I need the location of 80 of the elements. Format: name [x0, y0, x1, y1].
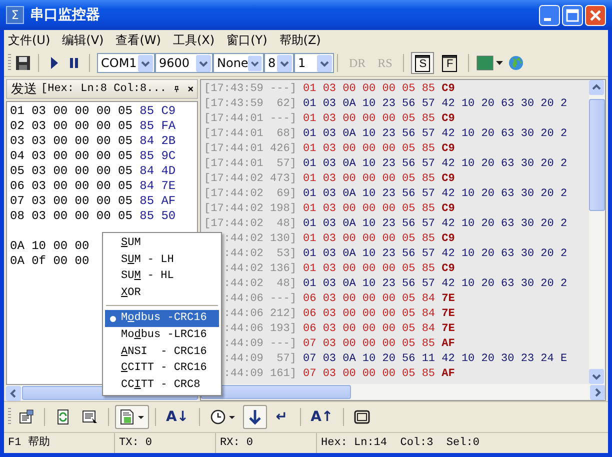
- app-icon: Σ: [6, 6, 24, 24]
- log-timestamp: :44:06: [222, 307, 264, 322]
- log-data: 06 03 00 00 00 05 84 7E: [303, 308, 455, 320]
- log-timestamp: [17:44:02: [204, 217, 264, 232]
- log-timestamp: [17:43:59: [204, 82, 264, 97]
- log-timestamp: [17:44:02: [204, 187, 264, 202]
- log-data: 01 03 0A 10 23 56 57 42 10 20 63 30 20 2: [303, 248, 568, 260]
- log-data: 01 03 00 00 00 05 85 C9: [303, 113, 455, 125]
- log-data: 01 03 0A 10 23 56 57 42 10 20 63 30 20 2: [303, 128, 568, 140]
- status-bar-field: TX: 0: [115, 433, 216, 453]
- status-bar-field: RX: 0: [216, 433, 317, 453]
- log-timestamp: [17:44:02: [204, 202, 264, 217]
- log-timestamp: [17:44:01: [204, 157, 264, 172]
- log-length: ---]: [270, 292, 296, 307]
- send-data-line: 0A 10 00 00: [10, 239, 90, 254]
- log-data: 07 03 0A 10 20 56 11 42 10 20 30 23 24 E: [303, 353, 568, 365]
- log-data: 01 03 00 00 00 05 85 C9: [303, 263, 455, 275]
- log-length: 130]: [270, 232, 296, 247]
- log-length: 53]: [276, 247, 296, 262]
- log-data: 01 03 0A 10 23 56 57 42 10 20 63 30 20 2: [303, 278, 568, 290]
- log-length: 57]: [276, 157, 296, 172]
- log-data: 06 03 00 00 00 05 84 7E: [303, 323, 455, 335]
- log-data: 01 03 00 00 00 05 85 C9: [303, 173, 455, 185]
- log-length: 426]: [270, 142, 296, 157]
- log-timestamp: :44:02: [222, 247, 264, 262]
- status-bar-field: Hex: Ln:14 Col:3 Sel:0: [317, 433, 608, 453]
- send-data-line: 06 03 00 00 00 05 84 7E: [10, 179, 176, 194]
- log-timestamp: :44:06: [222, 322, 264, 337]
- log-data: 01 03 00 00 00 05 85 C9: [303, 233, 455, 245]
- log-length: 136]: [270, 262, 296, 277]
- log-length: 48]: [276, 277, 296, 292]
- send-data-line: 07 03 00 00 00 05 85 AF: [10, 194, 176, 209]
- log-length: ---]: [270, 112, 296, 127]
- log-data: 01 03 0A 10 23 56 57 42 10 20 63 30 20 2: [303, 158, 568, 170]
- log-length: 69]: [276, 187, 296, 202]
- log-data: 07 03 00 00 00 05 85 AF: [303, 368, 455, 380]
- log-timestamp: :44:06: [222, 292, 264, 307]
- log-length: 193]: [270, 322, 296, 337]
- log-timestamp: [17:44:02: [204, 172, 264, 187]
- log-length: 68]: [276, 127, 296, 142]
- log-data: 01 03 00 00 00 05 85 C9: [303, 83, 455, 95]
- log-length: 473]: [270, 172, 296, 187]
- log-data: 01 03 0A 10 23 56 57 42 10 20 63 30 20 2: [303, 188, 568, 200]
- log-timestamp: :44:02: [222, 262, 264, 277]
- log-data: 01 03 00 00 00 05 85 C9: [303, 203, 455, 215]
- signal-indicator: RS: [378, 56, 392, 70]
- log-length: 62]: [276, 97, 296, 112]
- status-bar-field: F1 帮助: [4, 433, 115, 453]
- log-length: 212]: [270, 307, 296, 322]
- log-timestamp: [17:44:01: [204, 127, 264, 142]
- signal-indicator: DR: [349, 56, 366, 70]
- log-length: 198]: [270, 202, 296, 217]
- log-data: 07 03 00 00 00 05 85 AF: [303, 338, 455, 350]
- send-data-line: 08 03 00 00 00 05 85 50: [10, 209, 176, 224]
- log-data: 01 03 00 00 00 05 85 C9: [303, 143, 455, 155]
- log-timestamp: :44:02: [222, 277, 264, 292]
- log-data: 01 03 0A 10 23 56 57 42 10 20 63 30 20 2: [303, 218, 568, 230]
- log-timestamp: :44:09: [222, 367, 264, 382]
- log-timestamp: [17:43:59: [204, 97, 264, 112]
- log-timestamp: :44:09: [222, 352, 264, 367]
- send-data-line: 05 03 00 00 00 05 84 4D: [10, 164, 176, 179]
- log-length: ---]: [270, 337, 296, 352]
- log-timestamp: :44:09: [222, 337, 264, 352]
- log-length: 48]: [276, 217, 296, 232]
- panel-info: [Hex: Ln:8 Col:8...: [41, 83, 166, 95]
- send-data-line: 0A 0f 00 00: [10, 254, 90, 269]
- log-timestamp: :44:02: [222, 232, 264, 247]
- window-title: 串口监控器: [30, 6, 101, 24]
- log-data: 06 03 00 00 00 05 84 7E: [303, 293, 455, 305]
- log-data: 01 03 0A 10 23 56 57 42 10 20 63 30 20 2: [303, 98, 568, 110]
- log-length: ---]: [270, 82, 296, 97]
- send-data-line: 02 03 00 00 00 05 85 FA: [10, 119, 176, 134]
- send-data-line: 01 03 00 00 00 05 85 C9: [10, 104, 176, 119]
- panel-title: 发送: [11, 81, 37, 98]
- log-length: 57]: [276, 352, 296, 367]
- send-data-line: 04 03 00 00 00 05 85 9C: [10, 149, 176, 164]
- log-length: 161]: [270, 367, 296, 382]
- log-timestamp: [17:44:01: [204, 112, 264, 127]
- send-data-line: 03 03 00 00 00 05 84 2B: [10, 134, 176, 149]
- log-timestamp: [17:44:01: [204, 142, 264, 157]
